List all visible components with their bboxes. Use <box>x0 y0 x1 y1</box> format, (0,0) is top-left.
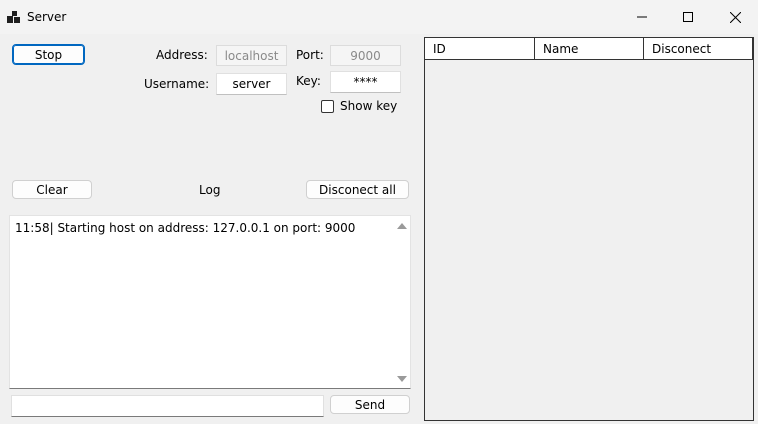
key-label: Key: <box>296 74 321 88</box>
stop-button[interactable]: Stop <box>12 44 85 65</box>
show-key-checkbox[interactable] <box>321 100 334 113</box>
column-header-id[interactable]: ID <box>425 38 535 59</box>
minimize-button[interactable] <box>619 0 665 34</box>
port-label: Port: <box>296 48 324 62</box>
minimize-icon <box>637 16 647 18</box>
log-line: 11:58| Starting host on address: 127.0.0… <box>15 221 356 235</box>
column-header-disconnect[interactable]: Disconect <box>644 38 753 59</box>
column-header-name[interactable]: Name <box>535 38 644 59</box>
port-field[interactable]: 9000 <box>330 45 401 66</box>
username-label: Username: <box>144 77 210 91</box>
key-field[interactable]: **** <box>330 71 401 93</box>
app-window-icon <box>7 11 21 23</box>
send-button[interactable]: Send <box>330 395 410 414</box>
address-field[interactable]: localhost <box>216 45 287 66</box>
log-title: Log <box>199 183 221 197</box>
message-input[interactable] <box>11 395 324 417</box>
window-title: Server <box>27 10 67 24</box>
show-key-label[interactable]: Show key <box>340 99 397 113</box>
maximize-icon <box>683 12 693 22</box>
username-field[interactable]: server <box>216 73 287 95</box>
disconnect-all-button[interactable]: Disconect all <box>306 180 409 199</box>
close-button[interactable] <box>712 0 758 34</box>
clients-grid[interactable]: ID Name Disconect <box>424 37 754 421</box>
scroll-down-icon[interactable] <box>397 376 407 382</box>
address-label: Address: <box>156 48 208 62</box>
maximize-button[interactable] <box>665 0 711 34</box>
clear-button[interactable]: Clear <box>12 180 92 199</box>
grid-header: ID Name Disconect <box>425 38 753 60</box>
log-textbox[interactable]: 11:58| Starting host on address: 127.0.0… <box>9 215 411 389</box>
close-icon <box>729 11 741 23</box>
scroll-up-icon[interactable] <box>397 223 407 229</box>
